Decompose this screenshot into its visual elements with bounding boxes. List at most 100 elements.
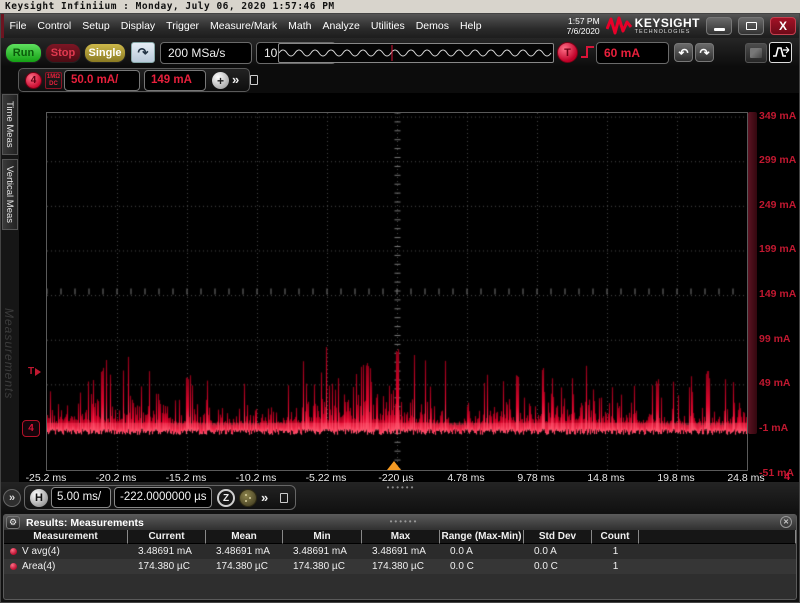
trigger-level-marker[interactable]: T <box>28 366 41 377</box>
timebase-position-field[interactable]: -222.0000000 µs <box>114 487 212 508</box>
results-close-icon: ✕ <box>783 518 789 526</box>
measurement-name[interactable]: Area(4) <box>4 559 128 574</box>
waveform-overview-icon <box>279 44 553 62</box>
menu-item-control[interactable]: Control <box>32 14 77 38</box>
menu-item-file[interactable]: File <box>4 14 32 38</box>
results-settings-button[interactable]: ⚙ <box>6 516 20 529</box>
measurement-color-dot <box>10 548 17 555</box>
column-header[interactable]: Std Dev <box>524 530 592 544</box>
screen: Keysight Infiniium : Monday, July 06, 20… <box>0 0 800 614</box>
horizontal-button[interactable]: H <box>30 489 48 507</box>
acquisition-toolbar: Run Stop Single ↷ 200 MSa/s 10.0 Mpts T … <box>1 38 799 67</box>
autoscale-icon: ↷ <box>138 45 149 61</box>
y-axis-labels: 349 mA299 mA249 mA199 mA149 mA99 mA49 mA… <box>759 112 799 477</box>
channel4-group: 4 1MΩ DC 50.0 mA/ 149 mA + » <box>18 68 250 92</box>
menu-item-display[interactable]: Display <box>115 14 160 38</box>
vertical-offset-field[interactable]: 149 mA <box>144 70 206 91</box>
screen-capture-button[interactable] <box>745 43 767 63</box>
expand-channel-controls[interactable]: » <box>232 72 238 87</box>
trigger-level-field[interactable]: 60 mA <box>596 42 669 64</box>
pin-icon[interactable] <box>250 75 258 85</box>
column-header[interactable]: Measurement <box>4 530 128 544</box>
results-drag-grip[interactable]: •••••• <box>374 517 434 526</box>
menu-item-analyze[interactable]: Analyze <box>317 14 365 38</box>
os-titlebar: Keysight Infiniium : Monday, July 06, 20… <box>0 0 800 13</box>
menu-item-demos[interactable]: Demos <box>410 14 454 38</box>
vertical-scale-bar <box>748 112 757 434</box>
rising-edge-icon <box>581 45 595 59</box>
menu-item-help[interactable]: Help <box>454 14 487 38</box>
y-axis-label: 99 mA <box>759 333 791 345</box>
run-button[interactable]: Run <box>5 43 42 63</box>
plus-icon: + <box>217 74 224 88</box>
marker-tool-button[interactable] <box>769 42 792 63</box>
expand-horizontal-controls[interactable]: » <box>261 490 267 505</box>
close-button[interactable]: X <box>770 17 796 35</box>
menu-item-measure-mark[interactable]: Measure/Mark <box>205 14 283 38</box>
measurement-count: 1 <box>592 544 639 559</box>
column-header[interactable]: Current <box>128 530 206 544</box>
menu-item-setup[interactable]: Setup <box>77 14 115 38</box>
trigger-button[interactable]: T <box>557 42 578 63</box>
hbar-expander-button[interactable]: » <box>3 489 21 507</box>
measurement-name[interactable]: V avg(4) <box>4 544 128 559</box>
column-header[interactable]: Count <box>592 530 639 544</box>
channel-ground-marker[interactable]: 4 <box>22 420 40 437</box>
clock: 1:57 PM 7/6/2020 <box>567 16 600 36</box>
undo-redo-group: ↶ ↷ <box>674 43 714 62</box>
scope-display[interactable] <box>46 112 748 471</box>
channel4-button[interactable]: 4 <box>25 72 42 89</box>
trigger-icon: T <box>564 47 571 59</box>
os-title-text: Keysight Infiniium : Monday, July 06, 20… <box>5 1 335 12</box>
trigger-time-marker-icon[interactable] <box>387 461 401 470</box>
restore-button[interactable] <box>738 17 764 35</box>
menu-item-trigger[interactable]: Trigger <box>161 14 205 38</box>
tab-vertical-meas[interactable]: Vertical Meas <box>2 159 18 230</box>
column-header[interactable]: Max <box>362 530 440 544</box>
redo-button[interactable]: ↷ <box>695 43 714 62</box>
menubar-right: 1:57 PM 7/6/2020 KEYSIGHT TECHNOLOGIES X <box>567 16 799 36</box>
column-header[interactable]: Min <box>283 530 362 544</box>
add-channel-button[interactable]: + <box>212 72 229 89</box>
zoom-button[interactable]: Z <box>217 489 235 507</box>
column-header[interactable]: Mean <box>206 530 283 544</box>
results-close-button[interactable]: ✕ <box>780 516 792 528</box>
left-sidebar: Time Meas Vertical Meas Measurements <box>1 93 19 493</box>
trigger-level-arrow-icon <box>35 368 41 376</box>
menu-item-math[interactable]: Math <box>283 14 317 38</box>
coupling-impedance: 1MΩ <box>46 74 61 81</box>
results-panel: ⚙ Results: Measurements •••••• ✕ Measure… <box>3 514 797 600</box>
measurements-watermark: Measurements <box>2 308 16 399</box>
knob-button[interactable] <box>239 489 257 507</box>
undo-icon: ↶ <box>678 46 688 60</box>
stop-button[interactable]: Stop <box>45 43 81 63</box>
autoscale-button[interactable]: ↷ <box>131 42 155 63</box>
measurement-value: 3.48691 mA <box>283 544 362 559</box>
column-header[interactable]: Range (Max-Min) <box>440 530 524 544</box>
plot-zone: T 4 349 mA299 mA249 mA199 mA149 mA99 mA4… <box>1 93 799 495</box>
brand-name: KEYSIGHT <box>635 18 700 29</box>
minimize-button[interactable] <box>706 17 732 35</box>
undo-button[interactable]: ↶ <box>674 43 693 62</box>
results-table: MeasurementCurrentMeanMinMaxRange (Max-M… <box>4 530 796 574</box>
menu-item-utilities[interactable]: Utilities <box>365 14 410 38</box>
horizontal-group: H 5.00 ms/ -222.0000000 µs Z » <box>24 485 296 510</box>
measurement-value: 0.0 A <box>440 544 524 559</box>
sample-rate-field[interactable]: 200 MSa/s <box>160 42 252 64</box>
hbar-pin-icon[interactable] <box>280 493 288 503</box>
y-axis-label: 299 mA <box>759 154 796 166</box>
coupling-badge[interactable]: 1MΩ DC <box>45 72 62 89</box>
splitter-grip[interactable]: •••••• <box>376 483 426 492</box>
measurement-value: 3.48691 mA <box>206 544 283 559</box>
single-button[interactable]: Single <box>84 43 126 63</box>
vertical-scale-field[interactable]: 50.0 mA/ <box>64 70 140 91</box>
y-axis-label: 149 mA <box>759 288 796 300</box>
tab-time-meas[interactable]: Time Meas <box>2 94 18 155</box>
coupling-mode: DC <box>46 81 61 88</box>
measurement-value: 174.380 µC <box>128 559 206 574</box>
measurement-value: 0.0 A <box>524 544 592 559</box>
timebase-scale-field[interactable]: 5.00 ms/ <box>51 487 111 508</box>
waveform-overview[interactable] <box>278 43 554 63</box>
measurement-value: 3.48691 mA <box>128 544 206 559</box>
measurement-color-dot <box>10 563 17 570</box>
